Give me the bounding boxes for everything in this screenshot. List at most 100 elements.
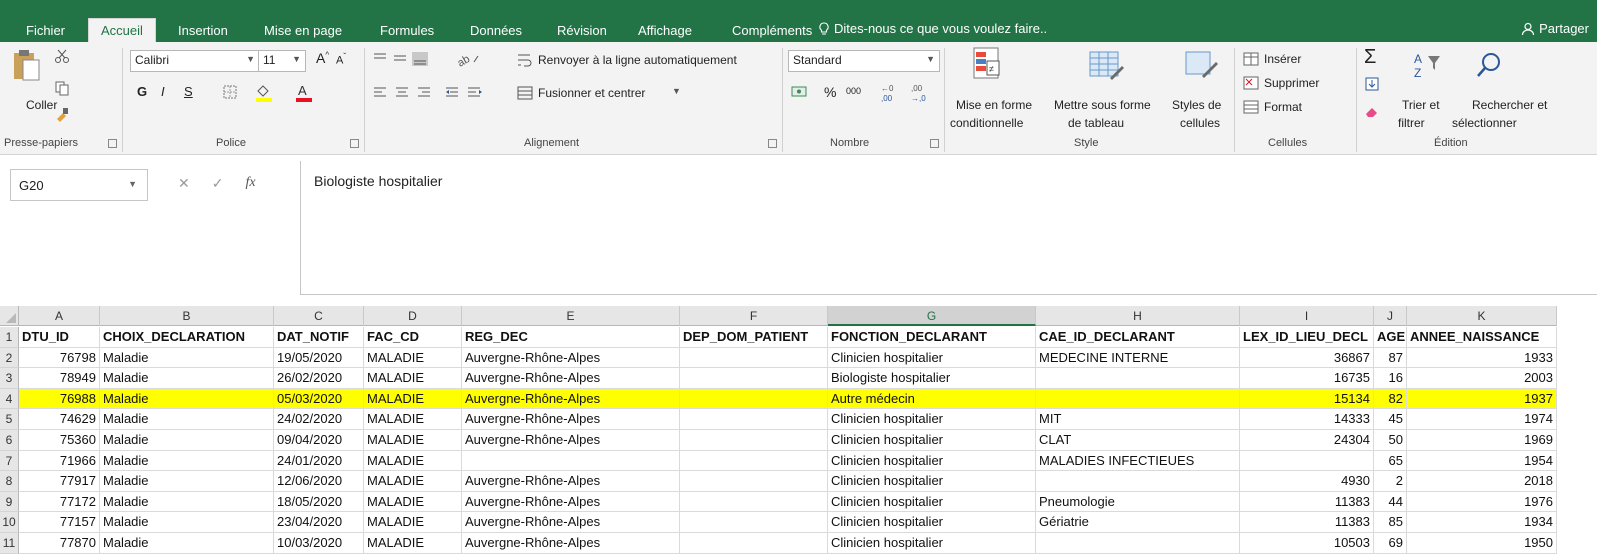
table-cell[interactable]	[462, 450, 680, 472]
format-cells-button[interactable]	[1242, 100, 1260, 119]
table-cell[interactable]: MALADIE	[364, 491, 462, 513]
table-cell[interactable]: 85	[1374, 512, 1407, 533]
header-cell[interactable]: DEP_DOM_PATIENT	[680, 327, 828, 348]
table-cell[interactable]: MIT	[1036, 409, 1240, 430]
table-cell[interactable]	[680, 388, 828, 410]
table-cell[interactable]: Auvergne-Rhône-Alpes	[462, 471, 680, 492]
table-cell[interactable]: Auvergne-Rhône-Alpes	[462, 368, 680, 389]
row-header-10[interactable]: 10	[0, 512, 19, 533]
table-cell[interactable]: 75360	[19, 430, 100, 451]
font-color-button[interactable]: A	[294, 82, 314, 107]
table-cell[interactable]: 82	[1374, 388, 1407, 410]
copy-button[interactable]	[54, 80, 70, 101]
tab-accueil[interactable]: Accueil	[88, 18, 156, 42]
underline-button[interactable]: S	[184, 84, 193, 99]
row-header-2[interactable]: 2	[0, 347, 19, 369]
table-cell[interactable]: Maladie	[100, 388, 274, 410]
table-cell[interactable]: Biologiste hospitalier	[828, 368, 1036, 389]
table-cell[interactable]: 77172	[19, 491, 100, 513]
table-cell[interactable]: MALADIES INFECTIEUES	[1036, 450, 1240, 472]
table-cell[interactable]: 74629	[19, 409, 100, 430]
format-as-table-button[interactable]	[1088, 48, 1124, 87]
table-cell[interactable]	[680, 368, 828, 389]
table-cell[interactable]: 2	[1374, 471, 1407, 492]
table-cell[interactable]	[680, 409, 828, 430]
table-cell[interactable]: 1934	[1407, 512, 1557, 533]
font-size-select[interactable]: 11 ▼	[258, 50, 306, 72]
header-cell[interactable]: REG_DEC	[462, 327, 680, 348]
table-cell[interactable]: 24304	[1240, 430, 1374, 451]
header-cell[interactable]: DAT_NOTIF	[274, 327, 364, 348]
clipboard-launcher[interactable]	[108, 139, 117, 148]
orientation-button[interactable]: ab	[455, 50, 482, 73]
tab-mise-en-page[interactable]: Mise en page	[264, 19, 342, 42]
decrease-decimal-button[interactable]: ,00 →,0	[910, 82, 932, 109]
tab-affichage[interactable]: Affichage	[638, 19, 692, 42]
column-header-a[interactable]: A	[19, 306, 100, 326]
row-header-4[interactable]: 4	[0, 388, 19, 410]
wrap-text-label[interactable]: Renvoyer à la ligne automatiquement	[538, 53, 737, 67]
cancel-icon[interactable]: ✕	[178, 175, 190, 192]
table-cell[interactable]: 44	[1374, 491, 1407, 513]
column-header-d[interactable]: D	[364, 306, 462, 326]
table-cell[interactable]: Maladie	[100, 409, 274, 430]
table-cell[interactable]: 1969	[1407, 430, 1557, 451]
header-cell[interactable]: AGE	[1374, 327, 1407, 348]
tab-donnees[interactable]: Données	[470, 19, 522, 42]
table-cell[interactable]: 77157	[19, 512, 100, 533]
name-box[interactable]: G20 ▼	[10, 169, 148, 201]
table-cell[interactable]: 76798	[19, 347, 100, 369]
header-cell[interactable]: ANNEE_NAISSANCE	[1407, 327, 1557, 348]
row-header-7[interactable]: 7	[0, 450, 19, 472]
table-cell[interactable]: 05/03/2020	[274, 388, 364, 410]
find-select-button[interactable]	[1474, 50, 1504, 85]
table-cell[interactable]: 77917	[19, 471, 100, 492]
table-cell[interactable]: 24/02/2020	[274, 409, 364, 430]
table-cell[interactable]: Clinicien hospitalier	[828, 512, 1036, 533]
row-header-5[interactable]: 5	[0, 409, 19, 430]
table-cell[interactable]: 1937	[1407, 388, 1557, 410]
table-cell[interactable]	[680, 512, 828, 533]
table-cell[interactable]: 4930	[1240, 471, 1374, 492]
table-cell[interactable]	[680, 347, 828, 369]
column-header-b[interactable]: B	[100, 306, 274, 326]
table-cell[interactable]	[1240, 450, 1374, 472]
table-cell[interactable]: 1976	[1407, 491, 1557, 513]
table-cell[interactable]	[1036, 368, 1240, 389]
format-cells-label[interactable]: Format	[1264, 100, 1302, 114]
table-cell[interactable]: Auvergne-Rhône-Alpes	[462, 512, 680, 533]
table-cell[interactable]: Maladie	[100, 368, 274, 389]
table-cell[interactable]: 78949	[19, 368, 100, 389]
table-cell[interactable]: 1954	[1407, 450, 1557, 472]
insert-function-icon[interactable]: fx	[245, 175, 255, 192]
column-header-k[interactable]: K	[1407, 306, 1557, 326]
table-cell[interactable]: Autre médecin	[828, 388, 1036, 410]
table-cell[interactable]: 16735	[1240, 368, 1374, 389]
wrap-text-button[interactable]	[516, 52, 534, 73]
fill-button[interactable]	[1364, 76, 1380, 97]
table-cell[interactable]: 16	[1374, 368, 1407, 389]
table-cell[interactable]: MALADIE	[364, 409, 462, 430]
table-cell[interactable]: Auvergne-Rhône-Alpes	[462, 409, 680, 430]
table-cell[interactable]: Maladie	[100, 347, 274, 369]
thousands-button[interactable]: 000	[846, 86, 861, 96]
table-cell[interactable]: Pneumologie	[1036, 491, 1240, 513]
font-launcher[interactable]	[350, 139, 359, 148]
table-cell[interactable]: Clinicien hospitalier	[828, 533, 1036, 554]
table-cell[interactable]: 69	[1374, 533, 1407, 554]
table-cell[interactable]: Clinicien hospitalier	[828, 450, 1036, 472]
table-cell[interactable]: 87	[1374, 347, 1407, 369]
table-cell[interactable]: 14333	[1240, 409, 1374, 430]
insert-cells-button[interactable]	[1242, 52, 1260, 71]
shrink-font-button[interactable]: Aˇ	[336, 52, 346, 67]
grow-font-button[interactable]: A^	[316, 50, 329, 66]
table-cell[interactable]: Maladie	[100, 533, 274, 554]
table-cell[interactable]	[680, 491, 828, 513]
fill-color-button[interactable]	[254, 82, 274, 107]
delete-cells-button[interactable]	[1242, 76, 1260, 95]
align-top-button[interactable]	[372, 50, 432, 73]
table-cell[interactable]: 23/04/2020	[274, 512, 364, 533]
table-cell[interactable]: 12/06/2020	[274, 471, 364, 492]
table-cell[interactable]	[680, 471, 828, 492]
table-cell[interactable]: Maladie	[100, 471, 274, 492]
